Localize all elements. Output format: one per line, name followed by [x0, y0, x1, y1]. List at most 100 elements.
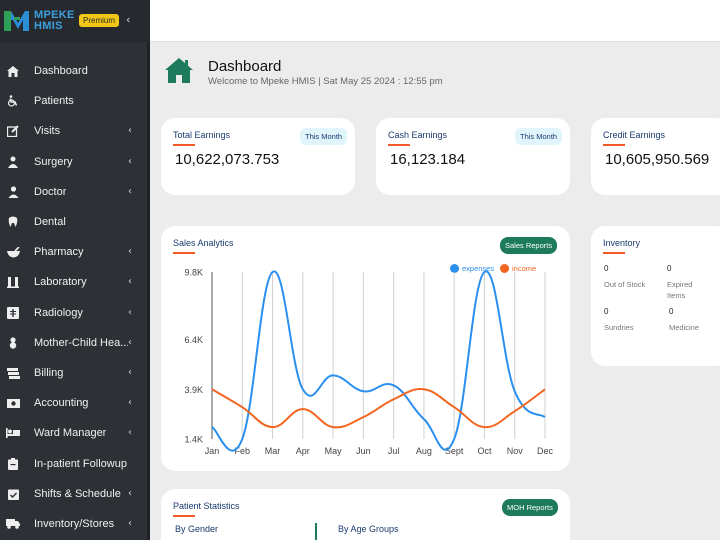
- sidebar-item-label: Billing: [34, 366, 64, 379]
- sidebar-item-pharmacy[interactable]: Pharmacy ‹: [0, 237, 150, 267]
- x-tick-label: Nov: [507, 446, 524, 456]
- chevron-left-icon: ‹: [128, 185, 132, 197]
- credit-earnings-title: Credit Earnings: [603, 130, 666, 146]
- sidebar: MPEKE HMIS Premium ‹ Dashboard Patients Vi…: [0, 0, 150, 540]
- clipboard-icon: [6, 457, 20, 471]
- y-tick-label: 1.4K: [184, 435, 203, 445]
- out-of-stock-label: Out of Stock: [604, 280, 646, 289]
- x-tick-label: Dec: [537, 446, 554, 456]
- credit-earnings-value: 10,605,950.569: [605, 151, 710, 168]
- chevron-left-icon: ‹: [128, 427, 132, 439]
- sidebar-collapse-icon[interactable]: ‹: [126, 13, 130, 26]
- medicine-label: Medicine: [669, 323, 700, 332]
- chevron-left-icon: ‹: [128, 336, 132, 348]
- sidebar-item-label: Accounting: [34, 397, 89, 410]
- tooth-icon: [6, 215, 20, 229]
- sidebar-item-billing[interactable]: Billing ‹: [0, 358, 150, 388]
- section-divider: [315, 523, 317, 540]
- x-tick-label: Oct: [477, 446, 492, 456]
- series-line-income: [211, 388, 546, 429]
- top-bar: [150, 0, 720, 42]
- truck-icon: [6, 517, 20, 531]
- chevron-left-icon: ‹: [128, 246, 132, 258]
- chevron-left-icon: ‹: [128, 276, 132, 288]
- sidebar-item-label: Dashboard: [34, 65, 88, 78]
- chevron-left-icon: ‹: [128, 487, 132, 499]
- y-tick-label: 3.9K: [184, 385, 203, 395]
- sidebar-item-label: Laboratory: [34, 276, 87, 289]
- total-earnings-card: Total Earnings This Month 10,622,073.753: [161, 118, 355, 195]
- by-gender-heading: By Gender: [175, 524, 219, 534]
- out-of-stock-value: 0: [604, 264, 609, 273]
- logo-icon: [2, 6, 32, 36]
- sidebar-item-label: Surgery: [34, 155, 73, 168]
- lab-icon: [6, 275, 20, 289]
- cash-earnings-card: Cash Earnings This Month 16,123.184: [376, 118, 570, 195]
- cash-icon: [6, 396, 20, 410]
- brand-name: MPEKE HMIS: [34, 10, 75, 32]
- chevron-left-icon: ‹: [128, 366, 132, 378]
- sidebar-item-dashboard[interactable]: Dashboard: [0, 56, 150, 86]
- x-tick-label: Jun: [356, 446, 371, 456]
- medicine-value: 0: [669, 307, 674, 316]
- sidebar-item-laboratory[interactable]: Laboratory ‹: [0, 267, 150, 297]
- credit-earnings-card: Credit Earnings 10,605,950.569: [591, 118, 720, 195]
- sidebar-nav: Dashboard Patients Visits ‹ Surgery ‹ Doctor ‹ D…: [0, 56, 150, 539]
- cash-this-month-button[interactable]: This Month: [515, 128, 563, 145]
- sidebar-item-in-patient-followup[interactable]: In-patient Followup: [0, 448, 150, 478]
- x-tick-label: Jan: [205, 446, 220, 456]
- sales-analytics-card: Sales Analytics Sales Reports expenses i…: [161, 226, 570, 471]
- sidebar-item-label: Inventory/Stores: [34, 517, 115, 530]
- sidebar-item-dental[interactable]: Dental: [0, 207, 150, 237]
- sidebar-item-label: Pharmacy: [34, 246, 84, 259]
- inventory-title: Inventory: [603, 238, 641, 254]
- sidebar-item-label: Dental: [34, 216, 66, 229]
- sidebar-item-ward-manager[interactable]: Ward Manager ‹: [0, 418, 150, 448]
- chevron-left-icon: ‹: [128, 125, 132, 137]
- sidebar-item-surgery[interactable]: Surgery ‹: [0, 147, 150, 177]
- by-age-groups-heading: By Age Groups: [338, 524, 399, 534]
- sidebar-item-label: Ward Manager: [34, 427, 107, 440]
- sidebar-item-label: Patients: [34, 95, 74, 108]
- sidebar-item-label: Doctor: [34, 185, 67, 198]
- sidebar-item-patients[interactable]: Patients: [0, 86, 150, 116]
- sidebar-item-visits[interactable]: Visits ‹: [0, 116, 150, 146]
- total-earnings-title: Total Earnings: [173, 130, 231, 146]
- cash-earnings-value: 16,123.184: [390, 151, 466, 168]
- x-tick-label: Jul: [388, 446, 400, 456]
- edit-icon: [6, 124, 20, 138]
- total-this-month-button[interactable]: This Month: [300, 128, 348, 145]
- sidebar-item-label: Radiology: [34, 306, 83, 319]
- moh-reports-button[interactable]: MOH Reports: [502, 499, 558, 516]
- page-title: Dashboard: [208, 58, 282, 75]
- sidebar-item-accounting[interactable]: Accounting ‹: [0, 388, 150, 418]
- bed-icon: [6, 426, 20, 440]
- sidebar-item-inventory-stores[interactable]: Inventory/Stores ‹: [0, 509, 150, 539]
- sidebar-item-shifts-schedule[interactable]: Shifts & Schedule ‹: [0, 479, 150, 509]
- patient-statistics-title: Patient Statistics: [173, 501, 240, 517]
- expired-items-label: Expired Items: [667, 280, 693, 300]
- surgeon-icon: [6, 155, 20, 169]
- page-subtitle: Welcome to Mpeke HMIS | Sat May 25 2024 …: [208, 76, 443, 87]
- x-tick-label: Sept: [445, 446, 464, 456]
- chevron-left-icon: ‹: [128, 306, 132, 318]
- sales-line-chart: 1.4K3.9K6.4K9.8KJan Feb Mar Apr May Jun Jul Aug…: [184, 268, 554, 457]
- cash-earnings-title: Cash Earnings: [388, 130, 448, 146]
- xray-icon: [6, 306, 20, 320]
- patient-statistics-card: Patient Statistics MOH Reports By Gender…: [161, 489, 570, 540]
- sidebar-item-radiology[interactable]: Radiology ‹: [0, 298, 150, 328]
- sidebar-item-doctor[interactable]: Doctor ‹: [0, 177, 150, 207]
- premium-badge: Premium: [79, 14, 120, 27]
- sidebar-item-mother-child-hea[interactable]: Mother-Child Hea... ‹: [0, 328, 150, 358]
- chevron-left-icon: ‹: [128, 517, 132, 529]
- sidebar-item-label: Mother-Child Hea...: [34, 336, 128, 349]
- inventory-card: Inventory 0 Out of Stock 0 Expired Items…: [591, 226, 720, 366]
- y-tick-label: 9.8K: [184, 268, 203, 278]
- sundries-label: Sundries: [604, 323, 634, 332]
- sidebar-scrollbar[interactable]: [147, 42, 150, 540]
- y-tick-label: 6.4K: [184, 335, 203, 345]
- sundries-value: 0: [604, 307, 609, 316]
- x-tick-label: May: [325, 446, 343, 456]
- chevron-left-icon: ‹: [128, 155, 132, 167]
- sidebar-item-label: Visits: [34, 125, 61, 138]
